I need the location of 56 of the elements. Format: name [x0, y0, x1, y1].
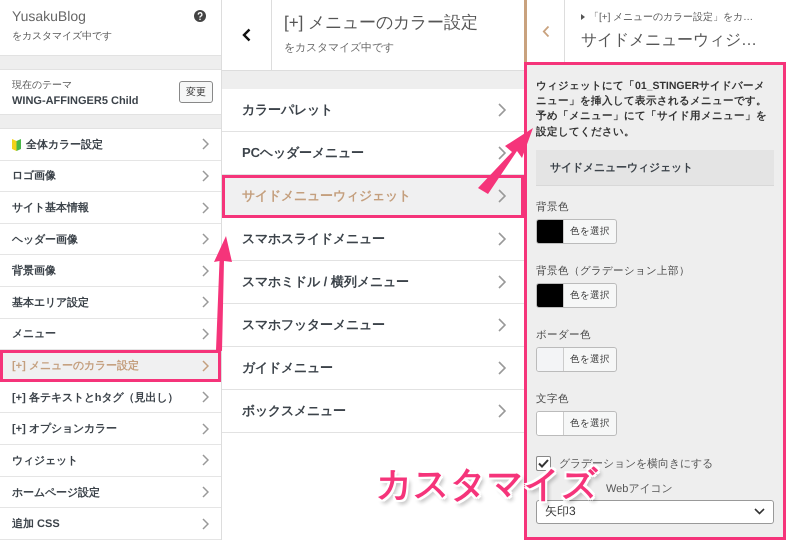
panel-title: [+] メニューのカラー設定: [284, 12, 478, 34]
section-heading: サイドメニューウィジェット: [536, 150, 774, 186]
chevron-right-icon: [202, 391, 209, 404]
chevron-right-icon: [498, 232, 506, 246]
section-item[interactable]: 追加 CSS: [0, 508, 221, 540]
chevron-right-icon: [202, 264, 209, 277]
section-item[interactable]: [+] オプションカラー: [0, 413, 221, 446]
color-label: 文字色: [536, 392, 569, 406]
section-item[interactable]: [+] 各テキストとhタグ（見出し）: [0, 382, 221, 414]
color-label: 背景色: [536, 200, 569, 214]
chevron-right-icon: [202, 170, 209, 182]
theme-label: 現在のテーマ: [12, 78, 73, 92]
change-button[interactable]: 変更: [179, 81, 213, 103]
color-picker-button[interactable]: 色を選択: [536, 282, 617, 308]
panel-title: サイドメニューウィジ…: [581, 31, 757, 51]
help-icon[interactable]: [194, 10, 206, 22]
section-item[interactable]: ウィジェット: [0, 445, 221, 477]
color-picker-button[interactable]: 色を選択: [536, 218, 617, 244]
chevron-left-icon: [542, 24, 550, 38]
section-item[interactable]: サイト基本情報: [0, 192, 221, 224]
section-item[interactable]: ロゴ画像: [0, 160, 221, 192]
chevron-down-icon: [754, 508, 765, 516]
chevron-right-icon: [202, 422, 209, 435]
description: ウィジェットにて「01_STINGERサイドバーメニュー」を挿入して表示されるメニューです。予め「メニュー」にて「サイド用メニュー」を設定してください。: [536, 79, 768, 140]
chevron-right-icon: [498, 275, 506, 289]
chevron-right-icon: [202, 486, 209, 498]
chevron-right-icon: [202, 328, 209, 340]
chevron-right-icon: [202, 202, 209, 214]
chevron-right-icon: [202, 138, 209, 150]
section-item[interactable]: 全体カラー設定: [0, 129, 221, 161]
leaf-icon: [12, 138, 21, 151]
chevron-right-icon: [202, 296, 209, 308]
section-item[interactable]: ホームページ設定: [0, 476, 221, 508]
customizing-subtitle: をカスタマイズ中です: [284, 41, 395, 55]
chevron-left-icon: [242, 28, 251, 42]
triangle-right-icon: [581, 14, 585, 20]
color-label: ボーダー色: [536, 328, 591, 342]
site-title: YusakuBlog: [12, 8, 87, 24]
chevron-right-icon: [202, 360, 209, 372]
chevron-right-icon: [498, 318, 506, 332]
select-label: Webアイコン: [606, 482, 672, 496]
chevron-right-icon: [202, 518, 209, 530]
chevron-right-icon: [202, 454, 209, 466]
color-label: 背景色（グラデーション上部）: [536, 264, 690, 278]
chevron-right-icon: [498, 146, 506, 160]
chevron-right-icon: [498, 404, 506, 418]
theme-name: WING-AFFINGER5 Child: [12, 94, 138, 106]
breadcrumb: 「[+] メニューのカラー設定」をカ…: [589, 10, 754, 24]
arrow-drawing: [478, 128, 533, 194]
chevron-right-icon: [202, 233, 209, 246]
chevron-right-icon: [498, 189, 506, 203]
color-picker-button[interactable]: 色を選択: [536, 410, 617, 436]
chevron-right-icon: [498, 361, 506, 375]
customizing-subtitle: をカスタマイズ中です: [12, 30, 112, 43]
chevron-right-icon: [498, 103, 506, 117]
color-picker-button[interactable]: 色を選択: [536, 346, 617, 372]
